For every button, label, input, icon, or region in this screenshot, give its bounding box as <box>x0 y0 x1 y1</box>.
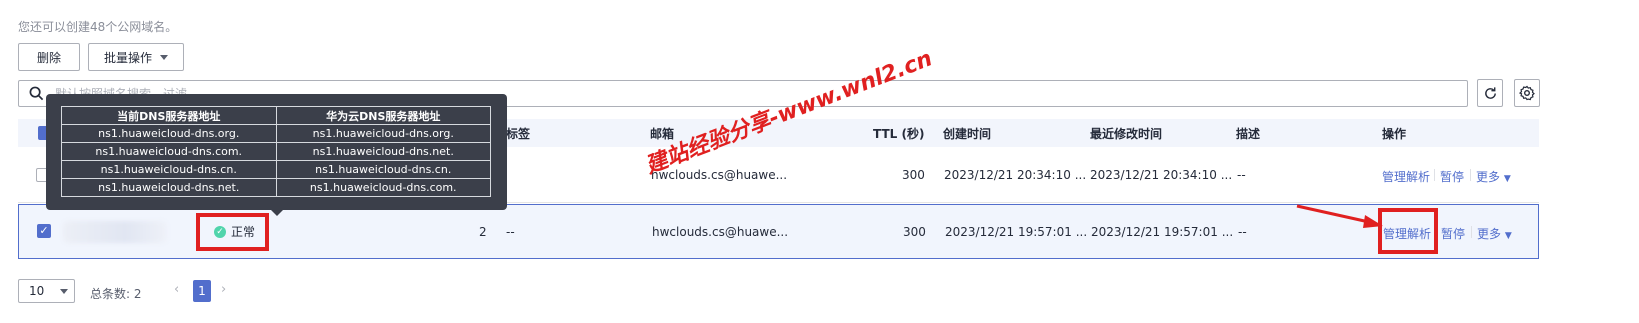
more-link[interactable]: 更多 ▼ <box>1476 168 1511 185</box>
row-description: -- <box>1238 225 1247 239</box>
search-icon <box>29 86 44 101</box>
row-modified: 2023/12/21 20:34:10 ... <box>1090 168 1233 182</box>
batch-operations-button[interactable]: 批量操作 <box>88 43 184 71</box>
tooltip-row: ns1.huaweicloud-dns.cn. ns1.huaweicloud-d… <box>61 160 491 179</box>
column-operations: 操作 <box>1382 127 1407 141</box>
page-size-value: 10 <box>29 284 45 298</box>
annotation-arrow-icon <box>1296 204 1383 228</box>
current-dns: ns1.huaweicloud-dns.cn. <box>61 160 277 179</box>
divider <box>1434 169 1435 181</box>
quota-hint: 您还可以创建48个公网域名。 <box>18 20 178 34</box>
caret-down-icon: ▼ <box>1503 174 1511 184</box>
huawei-dns: ns1.huaweicloud-dns.net. <box>275 142 491 161</box>
row-created: 2023/12/21 20:34:10 ... <box>944 168 1087 182</box>
status-highlight-box <box>196 213 269 251</box>
column-created: 创建时间 <box>943 127 992 141</box>
tooltip-header-current: 当前DNS服务器地址 <box>61 106 277 125</box>
row-tag: -- <box>506 225 515 239</box>
delete-label: 删除 <box>36 50 61 65</box>
total-count: 总条数: 2 <box>90 287 142 301</box>
next-page-icon[interactable]: › <box>221 282 226 297</box>
tooltip-row: ns1.huaweicloud-dns.net. ns1.huaweicloud-… <box>61 178 491 197</box>
delete-button[interactable]: 删除 <box>18 43 80 71</box>
huawei-dns: ns1.huaweicloud-dns.com. <box>275 178 491 197</box>
row-ttl: 300 <box>903 225 926 239</box>
chevron-down-icon <box>60 288 69 294</box>
prev-page-icon[interactable]: ‹ <box>174 282 179 297</box>
tooltip-row: ns1.huaweicloud-dns.com. ns1.huaweicloud-… <box>61 142 491 161</box>
more-label: 更多 <box>1477 227 1502 241</box>
pause-link[interactable]: 暂停 <box>1440 168 1464 185</box>
chevron-down-icon <box>160 54 168 60</box>
column-ttl: TTL (秒) <box>873 127 925 141</box>
row-description: -- <box>1237 168 1246 182</box>
refresh-icon <box>1484 86 1496 99</box>
tooltip-arrow <box>270 209 284 216</box>
tooltip-row: ns1.huaweicloud-dns.org. ns1.huaweicloud-… <box>61 124 491 143</box>
settings-button[interactable] <box>1514 79 1540 107</box>
tooltip-header-huawei: 华为云DNS服务器地址 <box>275 106 491 125</box>
huawei-dns: ns1.huaweicloud-dns.cn. <box>275 160 491 179</box>
manage-highlight-box <box>1378 208 1438 254</box>
dns-servers-table: 当前DNS服务器地址 华为云DNS服务器地址 ns1.huaweicloud-d… <box>61 106 491 197</box>
gear-icon <box>1519 85 1535 101</box>
divider <box>1471 226 1472 238</box>
row-ttl: 300 <box>902 168 925 182</box>
pause-link[interactable]: 暂停 <box>1441 225 1465 242</box>
row-record-count: 2 <box>479 225 487 239</box>
dns-servers-tooltip: 当前DNS服务器地址 华为云DNS服务器地址 ns1.huaweicloud-d… <box>46 94 507 210</box>
more-label: 更多 <box>1476 170 1501 184</box>
divider <box>1470 169 1471 181</box>
row-modified: 2023/12/21 19:57:01 ... <box>1091 225 1234 239</box>
blurred-domain-name[interactable] <box>63 221 167 243</box>
current-dns: ns1.huaweicloud-dns.org. <box>61 124 277 143</box>
current-dns: ns1.huaweicloud-dns.net. <box>61 178 277 197</box>
manage-records-link[interactable]: 管理解析 <box>1382 168 1430 185</box>
column-modified: 最近修改时间 <box>1090 127 1163 141</box>
refresh-button[interactable] <box>1477 79 1503 107</box>
column-description: 描述 <box>1236 127 1261 141</box>
page-size-select[interactable]: 10 <box>18 279 75 303</box>
current-dns: ns1.huaweicloud-dns.com. <box>61 142 277 161</box>
row-created: 2023/12/21 19:57:01 ... <box>945 225 1088 239</box>
row-email: hwclouds.cs@huawe... <box>652 225 789 239</box>
column-tag: 标签 <box>506 127 531 141</box>
more-link[interactable]: 更多 ▼ <box>1477 225 1512 242</box>
caret-down-icon: ▼ <box>1504 231 1512 241</box>
row-checkbox[interactable]: ✓ <box>37 224 51 238</box>
page-number-current[interactable]: 1 <box>193 280 211 302</box>
batch-label: 批量操作 <box>103 50 152 65</box>
huawei-dns: ns1.huaweicloud-dns.org. <box>275 124 491 143</box>
